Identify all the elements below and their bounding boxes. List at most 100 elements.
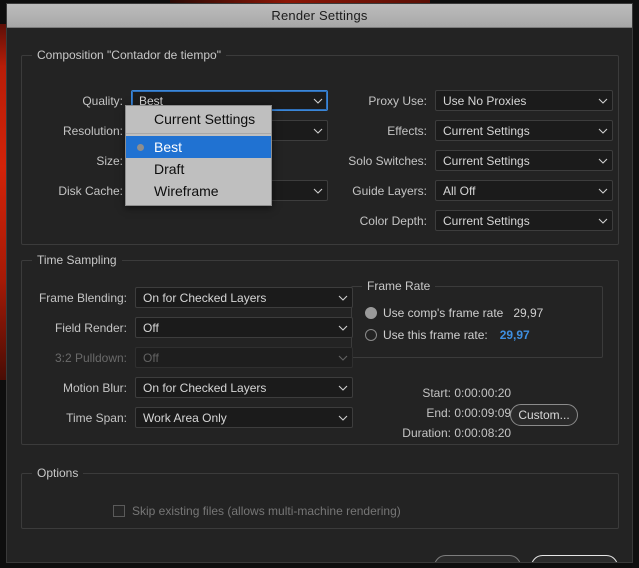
skip-existing-files-option: Skip existing files (allows multi-machin… bbox=[113, 504, 401, 518]
chevron-down-icon bbox=[338, 383, 348, 391]
proxy-use-select[interactable]: Use No Proxies bbox=[435, 90, 613, 111]
frame-rate-group: Frame Rate Use comp's frame rate 29,97 U… bbox=[351, 279, 603, 358]
frame-blending-select-value: On for Checked Layers bbox=[143, 290, 267, 305]
frame-blending-select[interactable]: On for Checked Layers bbox=[135, 287, 353, 308]
motion-blur-select[interactable]: On for Checked Layers bbox=[135, 377, 353, 398]
color-depth-select-value: Current Settings bbox=[443, 213, 530, 228]
chevron-down-icon bbox=[598, 216, 608, 224]
field-32-pulldown: 3:2 Pulldown: Off bbox=[27, 347, 353, 368]
chevron-down-icon bbox=[338, 323, 348, 331]
end-time-row: End: 0:00:09:09 bbox=[393, 406, 511, 420]
quality-menu-item-current-settings[interactable]: Current Settings bbox=[126, 108, 271, 130]
field-solo-switches: Solo Switches: Current Settings bbox=[337, 150, 613, 171]
field-disk-cache-label: Disk Cache: bbox=[58, 183, 123, 198]
field-quality-label: Quality: bbox=[82, 93, 123, 108]
dialog-titlebar: Render Settings bbox=[7, 4, 632, 28]
cancel-button[interactable]: Cancel bbox=[434, 555, 521, 563]
field-32-pulldown-label: 3:2 Pulldown: bbox=[54, 350, 127, 365]
checkbox-unchecked-icon bbox=[113, 505, 125, 517]
use-comps-frame-rate-option[interactable]: Use comp's frame rate 29,97 bbox=[365, 306, 543, 320]
field-effects-label: Effects: bbox=[387, 123, 427, 138]
field-solo-switches-label: Solo Switches: bbox=[348, 153, 427, 168]
use-this-frame-rate-label: Use this frame rate: bbox=[383, 328, 488, 342]
solo-switches-select[interactable]: Current Settings bbox=[435, 150, 613, 171]
color-depth-select[interactable]: Current Settings bbox=[435, 210, 613, 231]
field-frame-blending-label: Frame Blending: bbox=[38, 290, 127, 305]
quality-menu-item-label: Best bbox=[154, 139, 183, 155]
duration-value: 0:00:08:20 bbox=[454, 426, 512, 440]
guide-layers-select[interactable]: All Off bbox=[435, 180, 613, 201]
radio-off-icon bbox=[365, 329, 377, 341]
custom-button-label: Custom... bbox=[518, 408, 570, 422]
use-comps-frame-rate-label: Use comp's frame rate bbox=[383, 306, 504, 320]
field-proxy-use: Proxy Use: Use No Proxies bbox=[337, 90, 613, 111]
chevron-down-icon bbox=[313, 96, 323, 104]
end-time-label: End: bbox=[426, 406, 451, 420]
ok-button-label: OK bbox=[566, 560, 583, 563]
dialog-content: Composition "Contador de tiempo" Quality… bbox=[7, 28, 632, 563]
background-right-strip bbox=[632, 0, 639, 568]
field-motion-blur-label: Motion Blur: bbox=[62, 380, 127, 395]
options-group: Options bbox=[21, 466, 619, 529]
cancel-button-label: Cancel bbox=[459, 560, 496, 563]
chevron-down-icon bbox=[598, 96, 608, 104]
duration-row: Duration: 0:00:08:20 bbox=[393, 426, 511, 440]
field-motion-blur: Motion Blur: On for Checked Layers bbox=[27, 377, 353, 398]
field-frame-blending: Frame Blending: On for Checked Layers bbox=[27, 287, 353, 308]
field-field-render-label: Field Render: bbox=[54, 320, 127, 335]
quality-menu-item-label: Draft bbox=[154, 161, 185, 177]
time-sampling-group-title: Time Sampling bbox=[32, 253, 122, 267]
field-guide-layers-label: Guide Layers: bbox=[352, 183, 427, 198]
field-color-depth: Color Depth: Current Settings bbox=[337, 210, 613, 231]
field-time-span: Time Span: Work Area Only bbox=[27, 407, 353, 428]
start-time-value: 0:00:00:20 bbox=[454, 386, 512, 400]
chevron-down-icon bbox=[313, 186, 323, 194]
chevron-down-icon bbox=[338, 413, 348, 421]
chevron-down-icon bbox=[338, 353, 348, 361]
field-time-span-label: Time Span: bbox=[66, 410, 127, 425]
quality-menu-item-wireframe[interactable]: Wireframe bbox=[126, 180, 271, 202]
chevron-down-icon bbox=[598, 156, 608, 164]
duration-label: Duration: bbox=[402, 426, 451, 440]
use-this-frame-rate-value[interactable]: 29,97 bbox=[500, 328, 530, 342]
proxy-use-select-value: Use No Proxies bbox=[443, 93, 527, 108]
quality-menu-item-best[interactable]: Best bbox=[126, 136, 271, 158]
start-time-label: Start: bbox=[422, 386, 451, 400]
use-comps-frame-rate-value: 29,97 bbox=[513, 306, 544, 320]
chevron-down-icon bbox=[598, 186, 608, 194]
quality-menu-item-draft[interactable]: Draft bbox=[126, 158, 271, 180]
field-effects: Effects: Current Settings bbox=[337, 120, 613, 141]
pulldown-select-value: Off bbox=[143, 350, 159, 365]
use-this-frame-rate-option[interactable]: Use this frame rate: 29,97 bbox=[365, 328, 530, 342]
guide-layers-select-value: All Off bbox=[443, 183, 476, 198]
chevron-down-icon bbox=[313, 126, 323, 134]
quality-dropdown-menu[interactable]: Current Settings Best Draft Wireframe bbox=[125, 105, 272, 206]
field-field-render: Field Render: Off bbox=[27, 317, 353, 338]
pulldown-select: Off bbox=[135, 347, 353, 368]
field-proxy-use-label: Proxy Use: bbox=[368, 93, 427, 108]
quality-menu-separator bbox=[126, 133, 271, 134]
quality-menu-item-label: Wireframe bbox=[154, 183, 219, 199]
composition-group-title: Composition "Contador de tiempo" bbox=[32, 48, 226, 62]
field-resolution-label: Resolution: bbox=[62, 123, 123, 138]
end-time-value: 0:00:09:09 bbox=[454, 406, 512, 420]
skip-existing-files-label: Skip existing files (allows multi-machin… bbox=[132, 504, 401, 518]
radio-selected-icon bbox=[137, 144, 144, 151]
radio-on-icon bbox=[365, 307, 377, 319]
quality-menu-item-label: Current Settings bbox=[154, 111, 256, 127]
time-span-select-value: Work Area Only bbox=[143, 410, 227, 425]
field-color-depth-label: Color Depth: bbox=[359, 213, 427, 228]
options-group-title: Options bbox=[32, 466, 84, 480]
field-guide-layers: Guide Layers: All Off bbox=[337, 180, 613, 201]
frame-rate-group-title: Frame Rate bbox=[362, 279, 436, 293]
motion-blur-select-value: On for Checked Layers bbox=[143, 380, 267, 395]
effects-select[interactable]: Current Settings bbox=[435, 120, 613, 141]
field-render-select[interactable]: Off bbox=[135, 317, 353, 338]
chevron-down-icon bbox=[338, 293, 348, 301]
custom-button[interactable]: Custom... bbox=[510, 404, 578, 426]
field-render-select-value: Off bbox=[143, 320, 159, 335]
time-span-select[interactable]: Work Area Only bbox=[135, 407, 353, 428]
ok-button[interactable]: OK bbox=[531, 555, 618, 563]
field-size-label: Size: bbox=[96, 153, 123, 168]
effects-select-value: Current Settings bbox=[443, 123, 530, 138]
